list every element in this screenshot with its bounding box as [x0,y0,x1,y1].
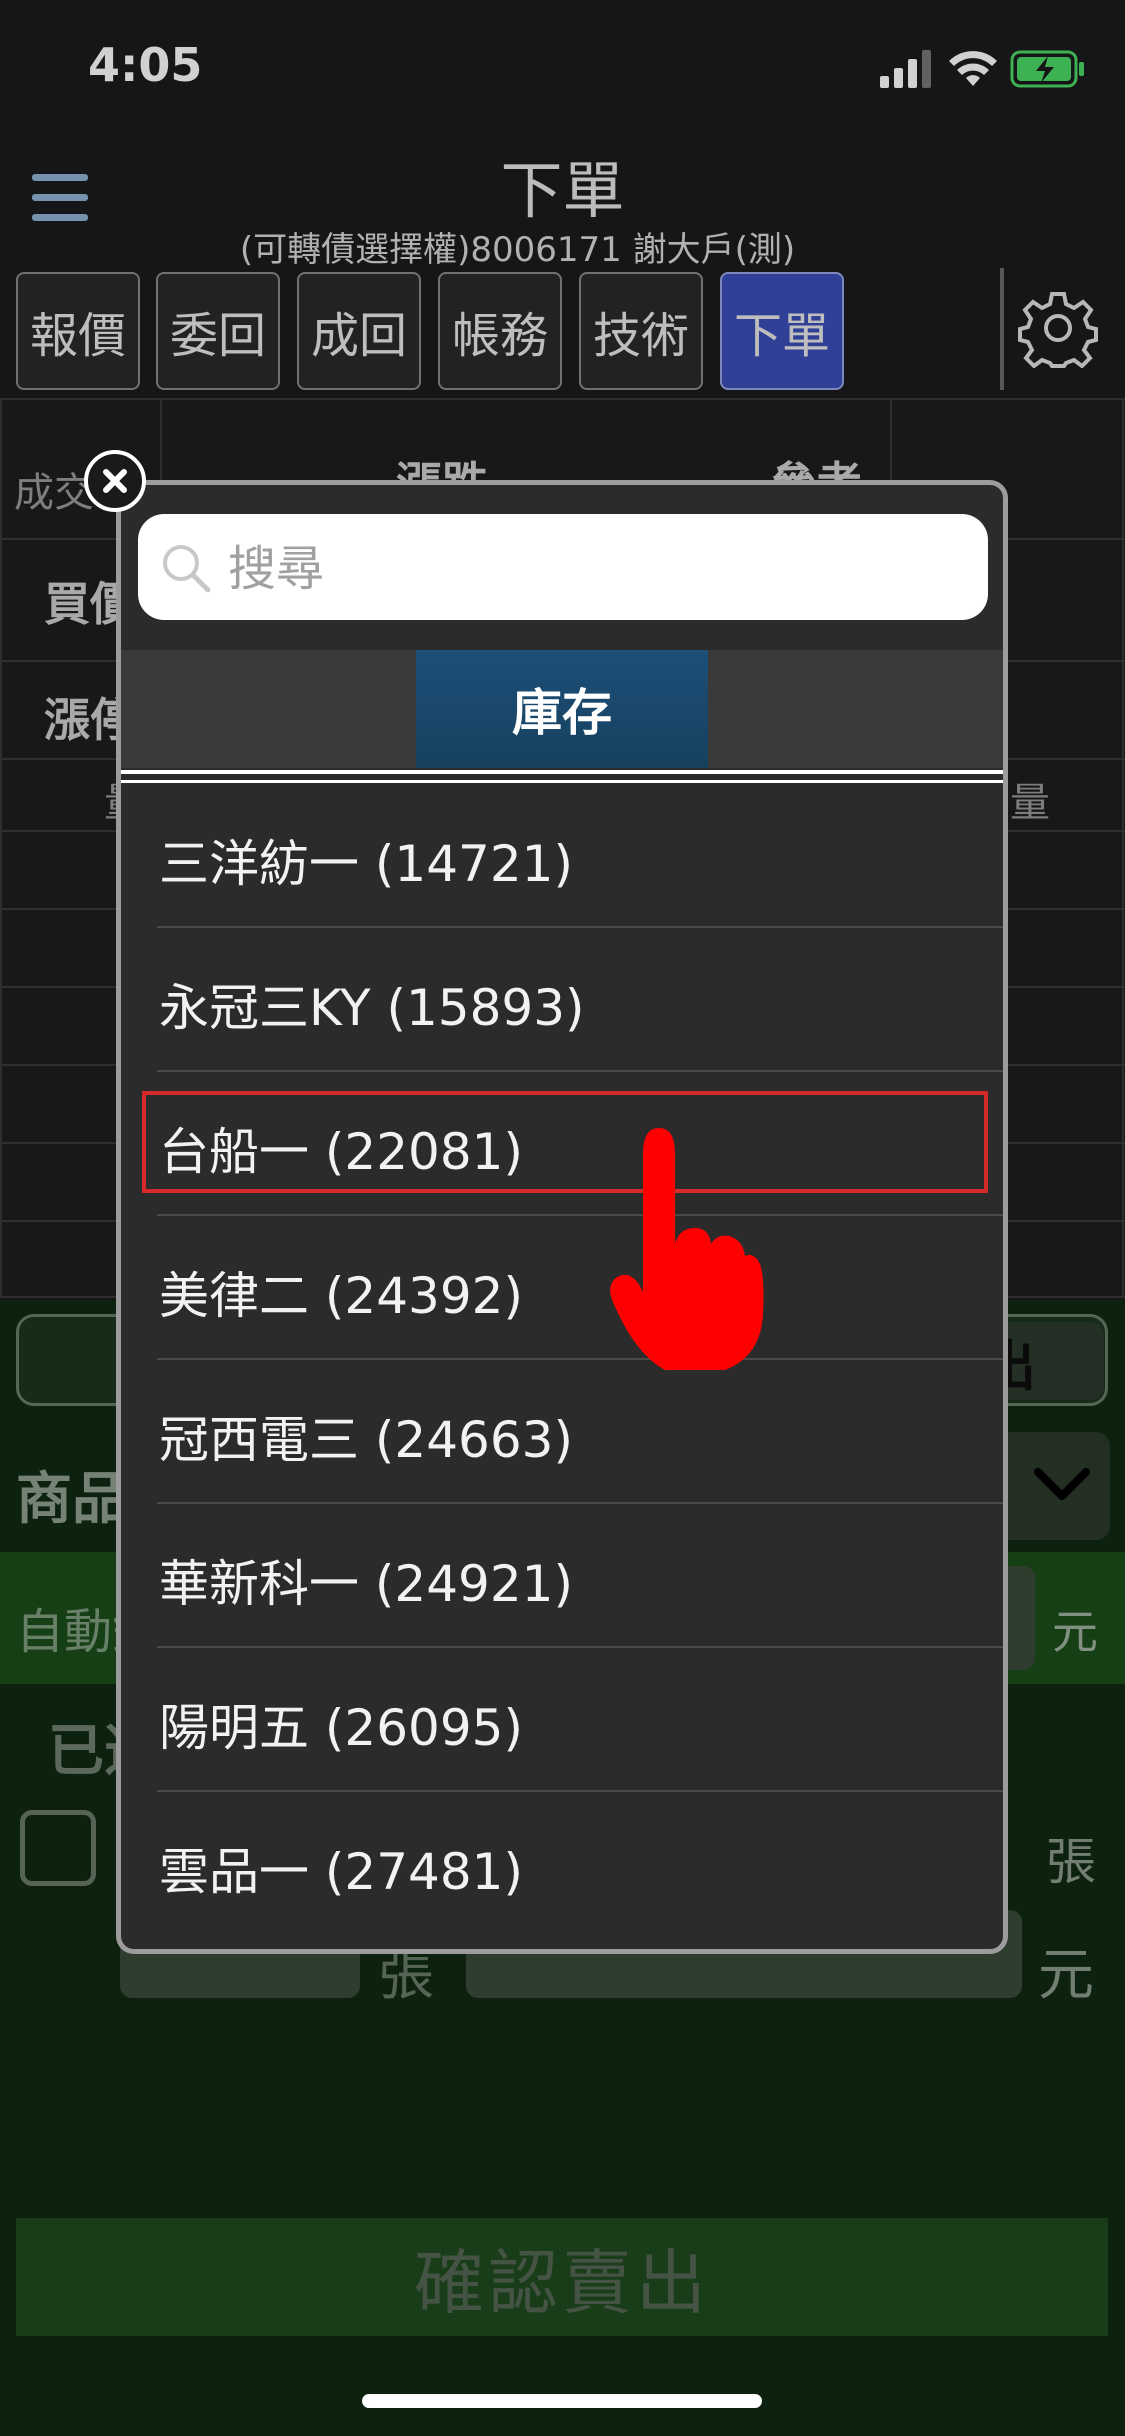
list-item[interactable]: 華新科一 (24921) [121,1504,1003,1648]
list-item[interactable]: 三洋紡一 (14721) [121,784,1003,928]
close-icon [103,469,127,493]
home-indicator[interactable] [362,2394,762,2408]
tab-inventory[interactable]: 庫存 [416,650,708,768]
list-item-label: 華新科一 (24921) [159,1555,573,1613]
list-item-label: 冠西電三 (24663) [159,1411,573,1469]
search-icon [163,545,211,593]
list-item[interactable]: 冠西電三 (24663) [121,1360,1003,1504]
list-item-label: 陽明五 (26095) [159,1699,523,1757]
close-button[interactable] [84,450,146,512]
list-item-label: 雲品一 (27481) [159,1843,523,1901]
selected-item-highlight [142,1091,988,1193]
list-item-label: 三洋紡一 (14721) [159,835,573,893]
modal-divider [121,770,1003,774]
list-item[interactable]: 陽明五 (26095) [121,1648,1003,1792]
modal-divider [121,780,1003,783]
list-item-label: 美律二 (24392) [159,1267,523,1325]
list-item[interactable]: 雲品一 (27481) [121,1792,1003,1932]
list-item[interactable]: 永冠三KY (15893) [121,928,1003,1072]
pointing-hand-icon [610,1128,764,1370]
search-input[interactable] [226,528,930,610]
list-item[interactable]: 美律二 (24392) [121,1216,1003,1360]
list-item-label: 永冠三KY (15893) [159,979,585,1037]
